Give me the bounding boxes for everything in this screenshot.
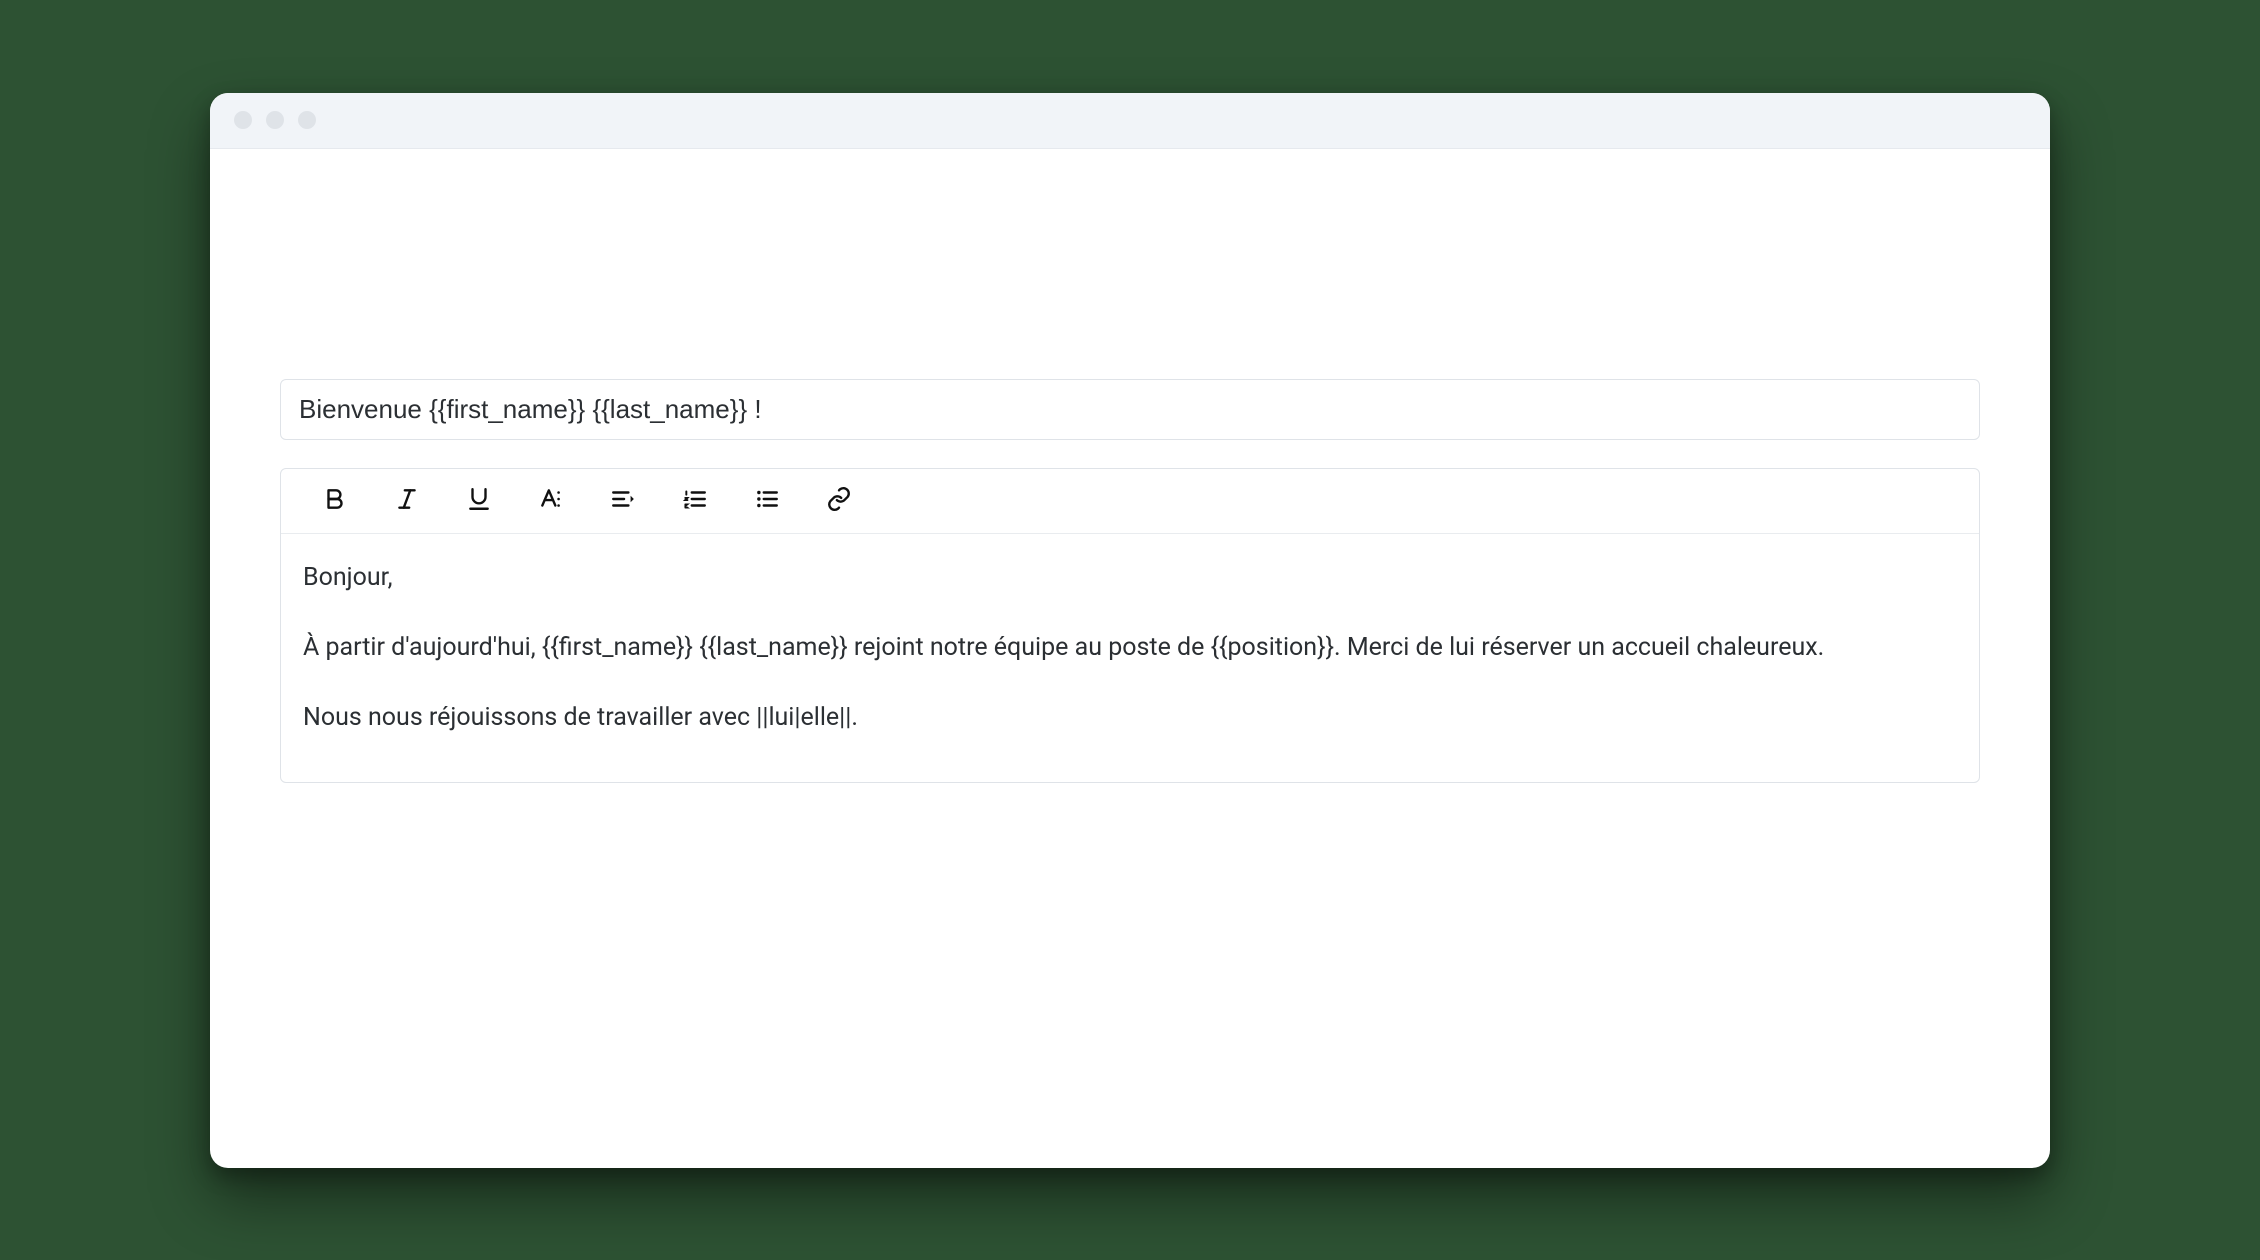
body-paragraph-2: À partir d'aujourd'hui, {{first_name}} {… <box>303 628 1957 668</box>
bold-button[interactable] <box>319 485 351 517</box>
bulleted-list-button[interactable] <box>751 485 783 517</box>
numbered-list-icon <box>682 486 708 516</box>
textformat-icon <box>538 486 564 516</box>
italic-icon <box>394 486 420 516</box>
bulleted-list-icon <box>754 486 780 516</box>
body-paragraph-1: Bonjour, <box>303 558 1957 598</box>
underline-icon <box>466 486 492 516</box>
app-window: Bonjour, À partir d'aujourd'hui, {{first… <box>210 93 2050 1168</box>
editor-toolbar <box>281 469 1979 534</box>
link-button[interactable] <box>823 485 855 517</box>
align-button[interactable] <box>607 485 639 517</box>
window-titlebar <box>210 93 2050 149</box>
window-close-dot[interactable] <box>234 111 252 129</box>
content-area: Bonjour, À partir d'aujourd'hui, {{first… <box>210 149 2050 1168</box>
link-icon <box>826 486 852 516</box>
textformat-button[interactable] <box>535 485 567 517</box>
editor-container: Bonjour, À partir d'aujourd'hui, {{first… <box>280 468 1980 783</box>
body-paragraph-3: Nous nous réjouissons de travailler avec… <box>303 698 1957 738</box>
subject-input[interactable] <box>280 379 1980 440</box>
paragraph-spacer <box>303 602 1957 628</box>
italic-button[interactable] <box>391 485 423 517</box>
align-icon <box>610 486 636 516</box>
underline-button[interactable] <box>463 485 495 517</box>
numbered-list-button[interactable] <box>679 485 711 517</box>
window-maximize-dot[interactable] <box>298 111 316 129</box>
editor-body[interactable]: Bonjour, À partir d'aujourd'hui, {{first… <box>281 534 1979 782</box>
window-minimize-dot[interactable] <box>266 111 284 129</box>
paragraph-spacer <box>303 672 1957 698</box>
toolbar-group-text <box>319 485 567 517</box>
toolbar-group-paragraph <box>607 485 783 517</box>
bold-icon <box>322 486 348 516</box>
toolbar-group-insert <box>823 485 855 517</box>
